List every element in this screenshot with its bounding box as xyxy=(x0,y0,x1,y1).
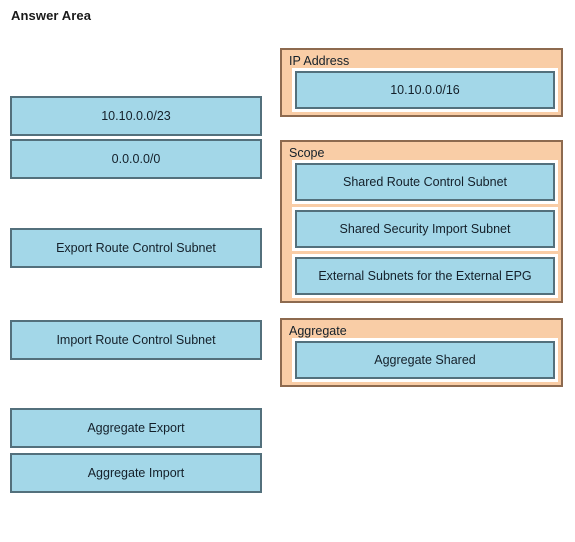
panel-slot-list: Shared Route Control Subnet Shared Secur… xyxy=(282,160,561,301)
panel-label: Aggregate xyxy=(289,324,347,338)
page-title: Answer Area xyxy=(11,8,92,23)
panel-label: IP Address xyxy=(289,54,350,68)
dropped-tile[interactable]: Aggregate Shared xyxy=(292,338,558,382)
panel-slot-list: 10.10.0.0/16 xyxy=(282,68,561,115)
drop-panel-scope[interactable]: Scope Shared Route Control Subnet Shared… xyxy=(280,140,563,303)
answer-tile[interactable]: Aggregate Export xyxy=(10,408,262,448)
answer-tile[interactable]: 0.0.0.0/0 xyxy=(10,139,262,179)
panel-slot-list: Aggregate Shared xyxy=(282,338,561,385)
answer-tile[interactable]: 10.10.0.0/23 xyxy=(10,96,262,136)
answer-tile[interactable]: Aggregate Import xyxy=(10,453,262,493)
answer-tile[interactable]: Import Route Control Subnet xyxy=(10,320,262,360)
dropped-tile[interactable]: Shared Route Control Subnet xyxy=(292,160,558,204)
answer-tile[interactable]: Export Route Control Subnet xyxy=(10,228,262,268)
dropped-tile[interactable]: External Subnets for the External EPG xyxy=(292,254,558,298)
panel-label: Scope xyxy=(289,146,325,160)
drop-panel-aggregate[interactable]: Aggregate Aggregate Shared xyxy=(280,318,563,387)
drop-panel-ip-address[interactable]: IP Address 10.10.0.0/16 xyxy=(280,48,563,117)
dropped-tile[interactable]: 10.10.0.0/16 xyxy=(292,68,558,112)
dropped-tile[interactable]: Shared Security Import Subnet xyxy=(292,207,558,251)
